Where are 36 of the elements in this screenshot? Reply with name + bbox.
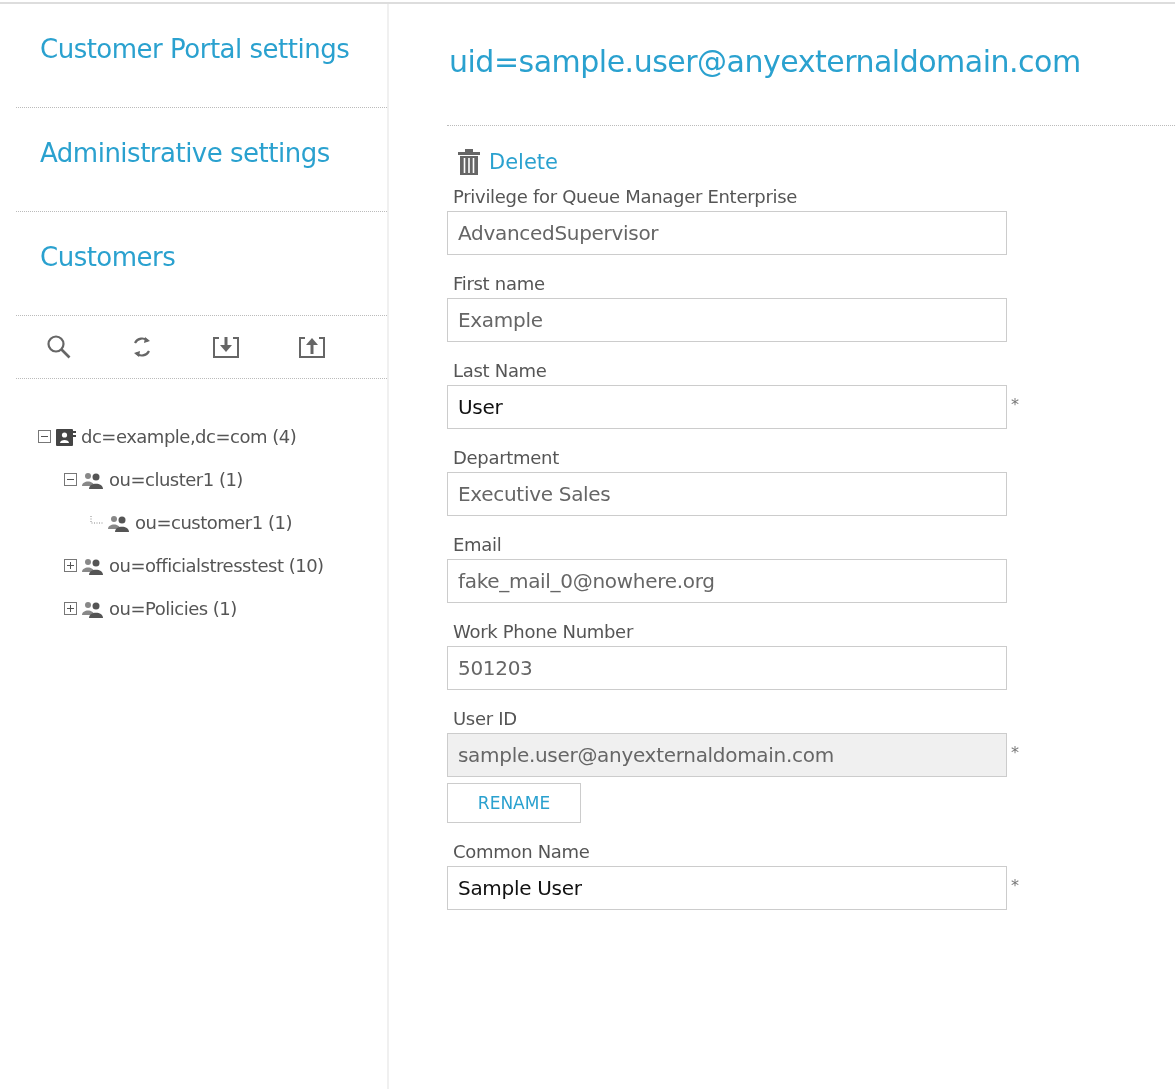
- field-label: First name: [452, 273, 546, 294]
- required-marker: *: [1011, 875, 1019, 895]
- required-marker: *: [1011, 742, 1019, 762]
- expand-icon[interactable]: [64, 602, 77, 615]
- section-link[interactable]: Administrative settings: [40, 137, 330, 168]
- tree-item[interactable]: ou=customer1 (1): [135, 512, 292, 533]
- text-field[interactable]: Executive Sales: [447, 472, 1007, 516]
- field-label: Work Phone Number: [452, 621, 635, 642]
- upload-icon[interactable]: [298, 335, 326, 359]
- text-field[interactable]: AdvancedSupervisor: [447, 211, 1007, 255]
- field-label: Email: [452, 534, 503, 555]
- search-icon[interactable]: [46, 334, 72, 360]
- trash-icon: [457, 148, 481, 176]
- tree-item[interactable]: dc=example,dc=com (4): [81, 426, 297, 447]
- delete-button[interactable]: Delete: [447, 148, 558, 176]
- field-label: Last Name: [452, 360, 548, 381]
- field-label: Department: [452, 447, 560, 468]
- field-label: Common Name: [452, 841, 591, 862]
- download-icon[interactable]: [212, 335, 240, 359]
- text-field[interactable]: Sample User: [447, 866, 1007, 910]
- section-link[interactable]: Customers: [40, 241, 176, 272]
- tree-item[interactable]: ou=Policies (1): [109, 598, 237, 619]
- text-field[interactable]: fake_mail_0@nowhere.org: [447, 559, 1007, 603]
- tree-item[interactable]: ou=officialstresstest (10): [109, 555, 324, 576]
- collapse-icon[interactable]: [38, 430, 51, 443]
- page-title: uid=sample.user@anyexternaldomain.com: [449, 44, 1082, 79]
- expand-icon[interactable]: [64, 559, 77, 572]
- required-marker: *: [1011, 394, 1019, 414]
- field-label: User ID: [452, 708, 518, 729]
- text-field[interactable]: User: [447, 385, 1007, 429]
- section-link[interactable]: Customer Portal settings: [40, 33, 350, 64]
- collapse-icon[interactable]: [64, 473, 77, 486]
- tree-item[interactable]: ou=cluster1 (1): [109, 469, 243, 490]
- text-field[interactable]: Example: [447, 298, 1007, 342]
- text-field[interactable]: 501203: [447, 646, 1007, 690]
- field-label: Privilege for Queue Manager Enterprise: [452, 186, 799, 207]
